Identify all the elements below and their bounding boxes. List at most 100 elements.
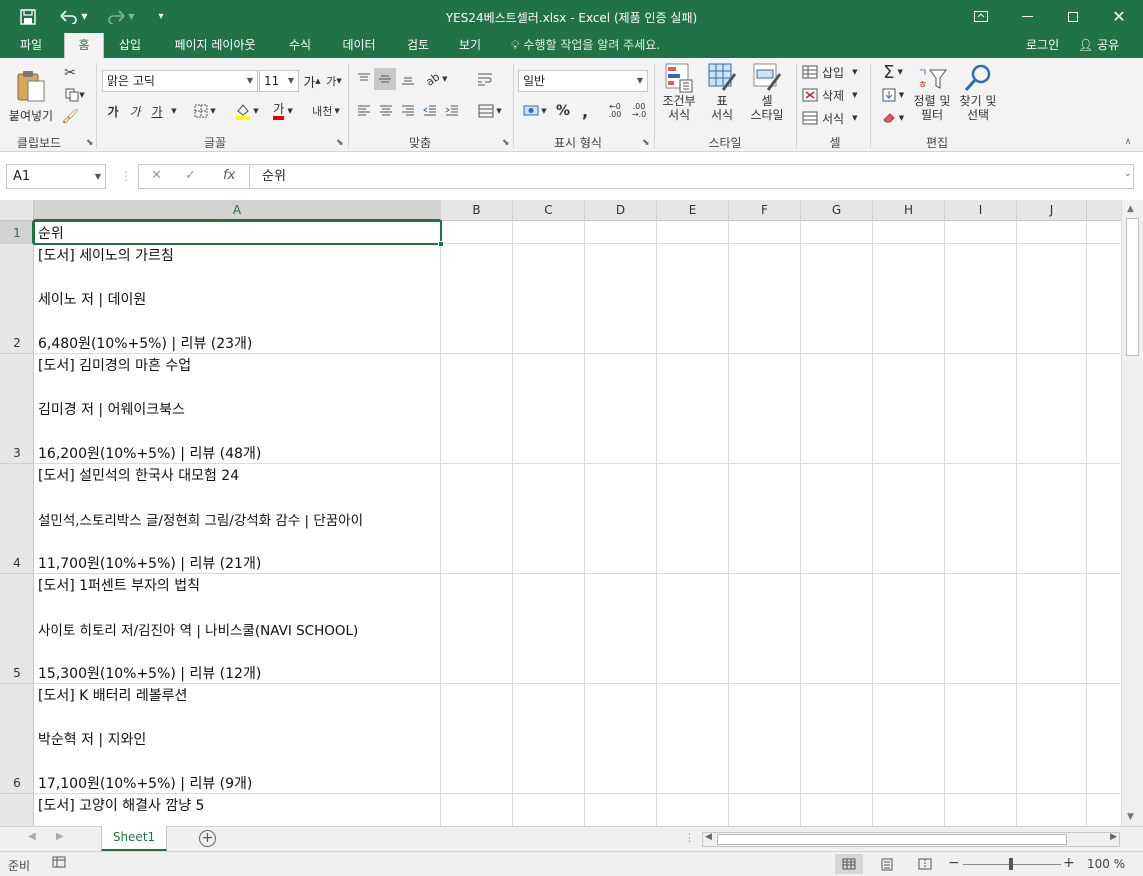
- sheet-tab-sheet1[interactable]: Sheet1: [101, 826, 167, 851]
- page-break-view-icon[interactable]: [911, 854, 939, 874]
- align-right-icon[interactable]: [398, 100, 418, 122]
- expand-formula-bar-icon[interactable]: ⌄: [1124, 169, 1132, 179]
- increase-indent-icon[interactable]: [442, 100, 462, 122]
- formula-input[interactable]: 순위: [250, 164, 1134, 189]
- align-left-icon[interactable]: [354, 100, 374, 122]
- clear-icon[interactable]: ▼: [876, 108, 910, 128]
- align-bottom-icon[interactable]: [398, 68, 418, 90]
- column-header-k[interactable]: [1087, 200, 1121, 221]
- format-painter-icon[interactable]: 🖌︎: [60, 108, 80, 126]
- fill-icon[interactable]: ▼: [876, 85, 910, 105]
- tab-review[interactable]: 검토: [398, 33, 438, 58]
- align-middle-icon[interactable]: [374, 68, 396, 90]
- confirm-entry-icon[interactable]: ✓: [185, 168, 196, 183]
- tell-me-box[interactable]: 💡︎ 수행할 작업을 알려 주세요.: [511, 33, 660, 58]
- column-header-d[interactable]: D: [585, 200, 657, 221]
- scroll-left-icon[interactable]: ◀: [705, 832, 712, 842]
- share-button[interactable]: 👤︎ 공유: [1078, 33, 1119, 58]
- paste-button[interactable]: 붙여넣기: [8, 62, 54, 130]
- font-name-select[interactable]: 맑은 고딕 ▼: [102, 70, 258, 92]
- find-select-button[interactable]: 찾기 및 선택: [956, 62, 1000, 132]
- tab-view[interactable]: 보기: [450, 33, 490, 58]
- decrease-indent-icon[interactable]: [420, 100, 440, 122]
- number-launcher-icon[interactable]: ⬊: [642, 138, 650, 148]
- macro-record-icon[interactable]: [52, 856, 66, 871]
- normal-view-icon[interactable]: [835, 854, 863, 874]
- align-center-icon[interactable]: [376, 100, 396, 122]
- row-header-6[interactable]: 6: [0, 684, 34, 794]
- zoom-slider-knob[interactable]: [1009, 858, 1013, 870]
- column-header-g[interactable]: G: [801, 200, 873, 221]
- font-color-icon[interactable]: 가 ▼: [268, 100, 298, 122]
- page-layout-view-icon[interactable]: [873, 854, 901, 874]
- zoom-slider[interactable]: [963, 858, 1061, 870]
- column-header-f[interactable]: F: [729, 200, 801, 221]
- bold-button[interactable]: 가: [104, 100, 122, 122]
- tab-page-layout[interactable]: 페이지 레이아웃: [160, 33, 270, 58]
- merge-center-icon[interactable]: ▼: [474, 100, 506, 122]
- underline-dropdown-icon[interactable]: ▼: [168, 100, 180, 122]
- cancel-entry-icon[interactable]: ✕: [151, 168, 162, 183]
- vertical-scrollbar[interactable]: ▲ ▼: [1121, 200, 1143, 826]
- scroll-up-icon[interactable]: ▲: [1127, 204, 1134, 214]
- font-size-select[interactable]: 11 ▼: [259, 70, 299, 92]
- font-grow-icon[interactable]: 가 ▲: [303, 71, 321, 91]
- cell-styles-button[interactable]: 셀 스타일: [744, 62, 790, 132]
- comma-style-button[interactable]: ,: [576, 100, 594, 122]
- conditional-formatting-button[interactable]: 조건부 서식: [658, 62, 700, 132]
- increase-decimal-icon[interactable]: ←0.00: [604, 100, 626, 122]
- scroll-right-icon[interactable]: ▶: [1110, 832, 1117, 842]
- cell-a2-title[interactable]: [도서] 세이노의 가르침: [38, 245, 174, 265]
- format-as-table-button[interactable]: 표 서식: [702, 62, 742, 132]
- autosum-button[interactable]: Σ ▼: [876, 62, 910, 83]
- column-header-i[interactable]: I: [945, 200, 1017, 221]
- name-box[interactable]: A1 ▼: [6, 164, 106, 189]
- cell-a4-title[interactable]: [도서] 설민석의 한국사 대모험 24: [38, 465, 239, 485]
- column-header-c[interactable]: C: [513, 200, 585, 221]
- insert-function-icon[interactable]: fx: [223, 168, 235, 183]
- delete-cells-button[interactable]: 삭제 ▼: [802, 85, 864, 105]
- row-header-1[interactable]: 1: [0, 221, 34, 244]
- decrease-decimal-icon[interactable]: .00 →.0: [628, 100, 650, 122]
- zoom-in-button[interactable]: +: [1063, 855, 1075, 871]
- maximize-icon[interactable]: [1050, 0, 1096, 33]
- fill-handle[interactable]: [438, 241, 444, 247]
- cell-a6-title[interactable]: [도서] K 배터리 레볼루션: [38, 685, 187, 705]
- italic-button[interactable]: 가: [126, 100, 144, 122]
- login-link[interactable]: 로그인: [1026, 33, 1059, 58]
- horizontal-scroll-thumb[interactable]: [717, 834, 1067, 845]
- row-header-2[interactable]: 2: [0, 244, 34, 354]
- zoom-out-button[interactable]: −: [948, 855, 960, 871]
- ribbon-display-icon[interactable]: [958, 0, 1004, 33]
- insert-cells-button[interactable]: 삽입 ▼: [802, 62, 864, 82]
- format-cells-button[interactable]: 서식 ▼: [802, 108, 864, 128]
- underline-button[interactable]: 가: [148, 100, 166, 122]
- borders-icon[interactable]: ▼: [190, 100, 220, 122]
- sort-filter-button[interactable]: ㄱ ㅎ 정렬 및 필터: [910, 62, 954, 132]
- worksheet-grid[interactable]: A B C D E F G H I J 1 순위 2 [도서] 세이노의 가르침…: [0, 200, 1143, 826]
- clipboard-launcher-icon[interactable]: ⬊: [86, 138, 94, 148]
- phonetic-icon[interactable]: 내천 ▼: [310, 100, 342, 122]
- tab-insert[interactable]: 삽입: [110, 33, 150, 58]
- column-header-h[interactable]: H: [873, 200, 945, 221]
- align-top-icon[interactable]: [354, 68, 374, 90]
- add-sheet-button[interactable]: +: [199, 830, 216, 847]
- font-shrink-icon[interactable]: 가 ▼: [325, 71, 343, 91]
- scroll-down-icon[interactable]: ▼: [1127, 812, 1134, 822]
- tab-file[interactable]: 파일: [8, 33, 54, 58]
- copy-icon[interactable]: ▼: [60, 86, 90, 104]
- row-header-3[interactable]: 3: [0, 354, 34, 464]
- tab-home[interactable]: 홈: [64, 33, 104, 58]
- cell-a3-title[interactable]: [도서] 김미경의 마흔 수업: [38, 355, 191, 375]
- orientation-icon[interactable]: ab ▼: [422, 68, 452, 90]
- close-icon[interactable]: ✕: [1096, 0, 1142, 33]
- zoom-level[interactable]: 100 %: [1087, 857, 1125, 871]
- font-launcher-icon[interactable]: ⬊: [336, 138, 344, 148]
- tab-formulas[interactable]: 수식: [280, 33, 320, 58]
- column-header-e[interactable]: E: [657, 200, 729, 221]
- tab-data[interactable]: 데이터: [333, 33, 385, 58]
- accounting-format-icon[interactable]: ▼: [518, 100, 552, 122]
- tab-split-grip[interactable]: ⋮: [684, 831, 695, 844]
- minimize-icon[interactable]: [1004, 0, 1050, 33]
- percent-style-button[interactable]: %: [554, 100, 572, 122]
